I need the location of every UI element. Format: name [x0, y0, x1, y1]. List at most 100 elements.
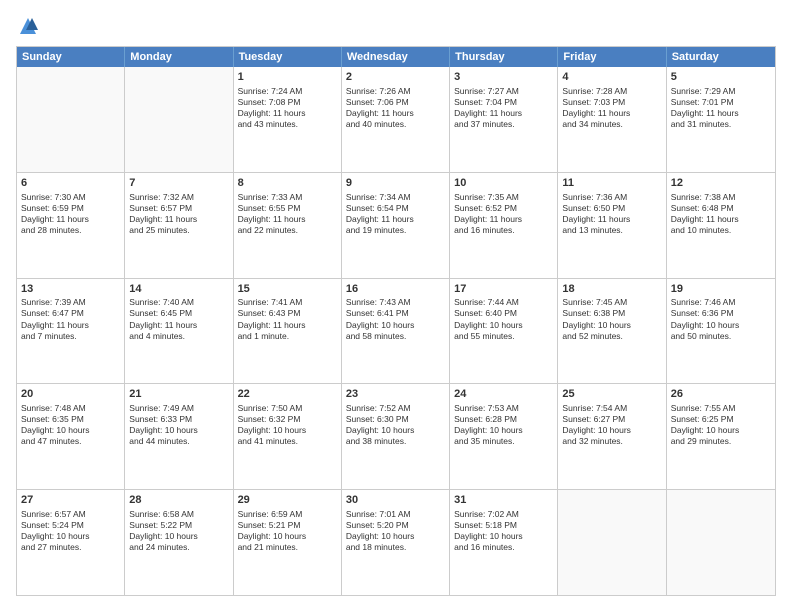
day-number: 9	[346, 176, 445, 191]
day-number: 21	[129, 387, 228, 402]
calendar-header: SundayMondayTuesdayWednesdayThursdayFrid…	[17, 47, 775, 67]
day-number: 10	[454, 176, 553, 191]
cell-text: Sunrise: 7:35 AM Sunset: 6:52 PM Dayligh…	[454, 192, 553, 236]
day-number: 4	[562, 70, 661, 85]
day-number: 27	[21, 493, 120, 508]
cal-cell: 10Sunrise: 7:35 AM Sunset: 6:52 PM Dayli…	[450, 173, 558, 278]
cell-text: Sunrise: 7:40 AM Sunset: 6:45 PM Dayligh…	[129, 297, 228, 341]
day-number: 12	[671, 176, 771, 191]
day-number: 11	[562, 176, 661, 191]
weekday-header-saturday: Saturday	[667, 47, 775, 67]
cell-text: Sunrise: 7:38 AM Sunset: 6:48 PM Dayligh…	[671, 192, 771, 236]
cell-text: Sunrise: 7:34 AM Sunset: 6:54 PM Dayligh…	[346, 192, 445, 236]
cell-text: Sunrise: 6:57 AM Sunset: 5:24 PM Dayligh…	[21, 509, 120, 553]
cal-cell: 27Sunrise: 6:57 AM Sunset: 5:24 PM Dayli…	[17, 490, 125, 595]
day-number: 5	[671, 70, 771, 85]
cell-text: Sunrise: 7:54 AM Sunset: 6:27 PM Dayligh…	[562, 403, 661, 447]
cal-cell: 25Sunrise: 7:54 AM Sunset: 6:27 PM Dayli…	[558, 384, 666, 489]
weekday-header-tuesday: Tuesday	[234, 47, 342, 67]
day-number: 18	[562, 282, 661, 297]
calendar-row: 6Sunrise: 7:30 AM Sunset: 6:59 PM Daylig…	[17, 172, 775, 278]
cell-text: Sunrise: 7:30 AM Sunset: 6:59 PM Dayligh…	[21, 192, 120, 236]
logo	[16, 16, 38, 36]
cell-text: Sunrise: 7:44 AM Sunset: 6:40 PM Dayligh…	[454, 297, 553, 341]
cell-text: Sunrise: 6:59 AM Sunset: 5:21 PM Dayligh…	[238, 509, 337, 553]
weekday-header-wednesday: Wednesday	[342, 47, 450, 67]
cal-cell: 20Sunrise: 7:48 AM Sunset: 6:35 PM Dayli…	[17, 384, 125, 489]
cal-cell: 15Sunrise: 7:41 AM Sunset: 6:43 PM Dayli…	[234, 279, 342, 384]
day-number: 16	[346, 282, 445, 297]
calendar-row: 13Sunrise: 7:39 AM Sunset: 6:47 PM Dayli…	[17, 278, 775, 384]
cal-cell: 26Sunrise: 7:55 AM Sunset: 6:25 PM Dayli…	[667, 384, 775, 489]
day-number: 29	[238, 493, 337, 508]
cell-text: Sunrise: 7:32 AM Sunset: 6:57 PM Dayligh…	[129, 192, 228, 236]
cal-cell: 18Sunrise: 7:45 AM Sunset: 6:38 PM Dayli…	[558, 279, 666, 384]
cell-text: Sunrise: 7:27 AM Sunset: 7:04 PM Dayligh…	[454, 86, 553, 130]
cal-cell: 22Sunrise: 7:50 AM Sunset: 6:32 PM Dayli…	[234, 384, 342, 489]
cell-text: Sunrise: 6:58 AM Sunset: 5:22 PM Dayligh…	[129, 509, 228, 553]
weekday-header-monday: Monday	[125, 47, 233, 67]
day-number: 15	[238, 282, 337, 297]
cell-text: Sunrise: 7:53 AM Sunset: 6:28 PM Dayligh…	[454, 403, 553, 447]
cell-text: Sunrise: 7:43 AM Sunset: 6:41 PM Dayligh…	[346, 297, 445, 341]
cell-text: Sunrise: 7:55 AM Sunset: 6:25 PM Dayligh…	[671, 403, 771, 447]
cal-cell	[667, 490, 775, 595]
day-number: 13	[21, 282, 120, 297]
cal-cell: 12Sunrise: 7:38 AM Sunset: 6:48 PM Dayli…	[667, 173, 775, 278]
day-number: 6	[21, 176, 120, 191]
day-number: 19	[671, 282, 771, 297]
day-number: 26	[671, 387, 771, 402]
cell-text: Sunrise: 7:39 AM Sunset: 6:47 PM Dayligh…	[21, 297, 120, 341]
cal-cell: 28Sunrise: 6:58 AM Sunset: 5:22 PM Dayli…	[125, 490, 233, 595]
cell-text: Sunrise: 7:41 AM Sunset: 6:43 PM Dayligh…	[238, 297, 337, 341]
calendar-row: 27Sunrise: 6:57 AM Sunset: 5:24 PM Dayli…	[17, 489, 775, 595]
weekday-header-friday: Friday	[558, 47, 666, 67]
cell-text: Sunrise: 7:50 AM Sunset: 6:32 PM Dayligh…	[238, 403, 337, 447]
cal-cell: 30Sunrise: 7:01 AM Sunset: 5:20 PM Dayli…	[342, 490, 450, 595]
cal-cell: 17Sunrise: 7:44 AM Sunset: 6:40 PM Dayli…	[450, 279, 558, 384]
cal-cell: 24Sunrise: 7:53 AM Sunset: 6:28 PM Dayli…	[450, 384, 558, 489]
calendar-row: 1Sunrise: 7:24 AM Sunset: 7:08 PM Daylig…	[17, 67, 775, 172]
cell-text: Sunrise: 7:28 AM Sunset: 7:03 PM Dayligh…	[562, 86, 661, 130]
day-number: 30	[346, 493, 445, 508]
weekday-header-sunday: Sunday	[17, 47, 125, 67]
cal-cell: 9Sunrise: 7:34 AM Sunset: 6:54 PM Daylig…	[342, 173, 450, 278]
cell-text: Sunrise: 7:36 AM Sunset: 6:50 PM Dayligh…	[562, 192, 661, 236]
cal-cell: 14Sunrise: 7:40 AM Sunset: 6:45 PM Dayli…	[125, 279, 233, 384]
cell-text: Sunrise: 7:48 AM Sunset: 6:35 PM Dayligh…	[21, 403, 120, 447]
day-number: 14	[129, 282, 228, 297]
cal-cell	[17, 67, 125, 172]
day-number: 2	[346, 70, 445, 85]
cal-cell: 23Sunrise: 7:52 AM Sunset: 6:30 PM Dayli…	[342, 384, 450, 489]
day-number: 24	[454, 387, 553, 402]
cell-text: Sunrise: 7:46 AM Sunset: 6:36 PM Dayligh…	[671, 297, 771, 341]
cal-cell: 6Sunrise: 7:30 AM Sunset: 6:59 PM Daylig…	[17, 173, 125, 278]
cal-cell: 16Sunrise: 7:43 AM Sunset: 6:41 PM Dayli…	[342, 279, 450, 384]
calendar-body: 1Sunrise: 7:24 AM Sunset: 7:08 PM Daylig…	[17, 67, 775, 595]
page: SundayMondayTuesdayWednesdayThursdayFrid…	[0, 0, 792, 612]
cal-cell: 1Sunrise: 7:24 AM Sunset: 7:08 PM Daylig…	[234, 67, 342, 172]
cal-cell: 13Sunrise: 7:39 AM Sunset: 6:47 PM Dayli…	[17, 279, 125, 384]
cal-cell	[125, 67, 233, 172]
cal-cell: 4Sunrise: 7:28 AM Sunset: 7:03 PM Daylig…	[558, 67, 666, 172]
cal-cell: 31Sunrise: 7:02 AM Sunset: 5:18 PM Dayli…	[450, 490, 558, 595]
day-number: 1	[238, 70, 337, 85]
day-number: 28	[129, 493, 228, 508]
cell-text: Sunrise: 7:29 AM Sunset: 7:01 PM Dayligh…	[671, 86, 771, 130]
cal-cell: 19Sunrise: 7:46 AM Sunset: 6:36 PM Dayli…	[667, 279, 775, 384]
day-number: 20	[21, 387, 120, 402]
cell-text: Sunrise: 7:45 AM Sunset: 6:38 PM Dayligh…	[562, 297, 661, 341]
cell-text: Sunrise: 7:01 AM Sunset: 5:20 PM Dayligh…	[346, 509, 445, 553]
day-number: 25	[562, 387, 661, 402]
day-number: 7	[129, 176, 228, 191]
cal-cell: 5Sunrise: 7:29 AM Sunset: 7:01 PM Daylig…	[667, 67, 775, 172]
cal-cell: 3Sunrise: 7:27 AM Sunset: 7:04 PM Daylig…	[450, 67, 558, 172]
cal-cell	[558, 490, 666, 595]
cal-cell: 29Sunrise: 6:59 AM Sunset: 5:21 PM Dayli…	[234, 490, 342, 595]
cal-cell: 8Sunrise: 7:33 AM Sunset: 6:55 PM Daylig…	[234, 173, 342, 278]
cal-cell: 21Sunrise: 7:49 AM Sunset: 6:33 PM Dayli…	[125, 384, 233, 489]
cell-text: Sunrise: 7:02 AM Sunset: 5:18 PM Dayligh…	[454, 509, 553, 553]
calendar: SundayMondayTuesdayWednesdayThursdayFrid…	[16, 46, 776, 596]
day-number: 22	[238, 387, 337, 402]
cell-text: Sunrise: 7:52 AM Sunset: 6:30 PM Dayligh…	[346, 403, 445, 447]
